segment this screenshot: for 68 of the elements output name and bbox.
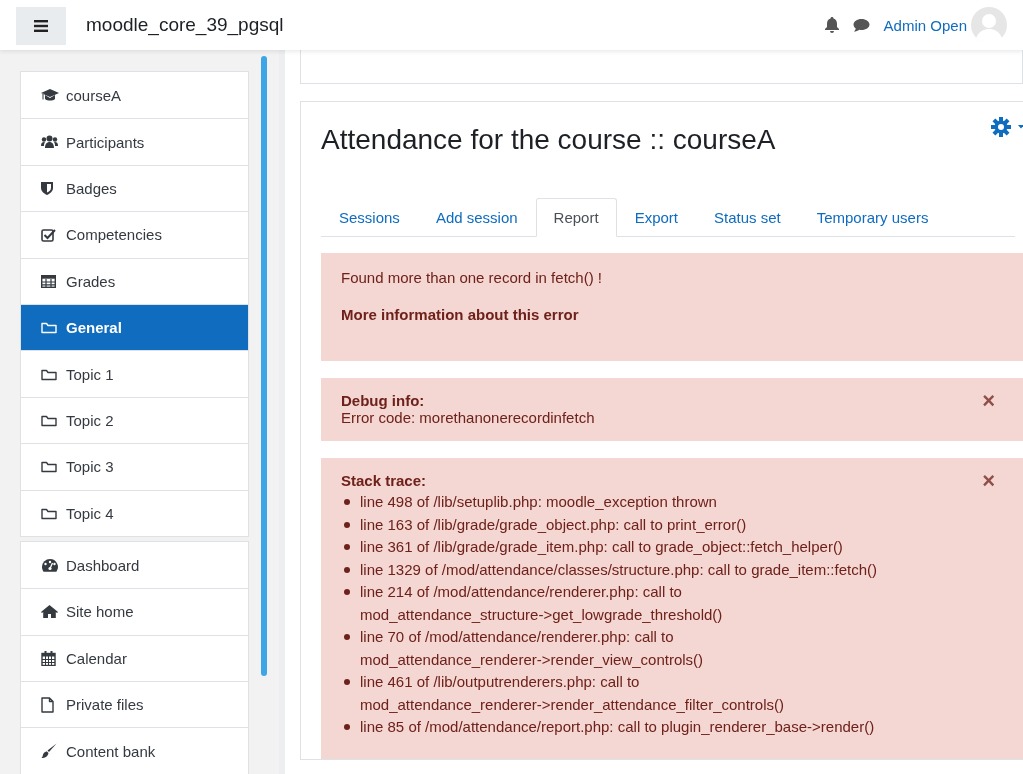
- nav-item[interactable]: Topic 3: [21, 443, 248, 490]
- nav-item[interactable]: General: [21, 303, 248, 351]
- debug-title: Debug info:: [341, 392, 425, 409]
- menu-button[interactable]: [16, 7, 66, 45]
- debug-text: Error code: morethanonerecordinfetch: [341, 409, 596, 426]
- nav-item[interactable]: Participants: [21, 118, 248, 165]
- stack-trace-title: Stack trace:: [341, 472, 427, 489]
- tab[interactable]: Export: [616, 198, 696, 237]
- page-title: Attendance for the course :: courseA: [321, 124, 776, 156]
- site-name[interactable]: moodle_core_39_pgsql: [86, 14, 284, 36]
- folder-icon: [41, 413, 57, 427]
- close-button[interactable]: ×: [982, 390, 995, 412]
- home-icon: [41, 605, 58, 619]
- bell-icon[interactable]: [824, 17, 839, 33]
- shield-icon: [41, 181, 53, 196]
- table-icon: [41, 274, 56, 288]
- folder-icon: [41, 506, 57, 520]
- tab[interactable]: Add session: [417, 198, 536, 237]
- gauge-icon: [41, 558, 59, 573]
- tab[interactable]: Report: [535, 198, 617, 237]
- error-message: Found more than one record in fetch() !: [341, 269, 603, 286]
- folder-icon: [41, 460, 57, 474]
- nav-item[interactable]: Dashboard: [21, 541, 248, 589]
- close-button[interactable]: ×: [982, 470, 995, 492]
- bullet-icon: [344, 679, 350, 685]
- bullet-icon: [344, 499, 350, 505]
- nav-item[interactable]: courseA: [21, 72, 248, 119]
- file-icon: [41, 696, 54, 713]
- scrollbar-thumb[interactable]: [261, 56, 267, 676]
- nav-item[interactable]: Grades: [21, 257, 248, 304]
- bullet-icon: [344, 521, 350, 528]
- calendar-icon: [41, 650, 56, 666]
- nav-item[interactable]: Topic 2: [21, 396, 248, 444]
- tab[interactable]: Temporary users: [798, 198, 947, 237]
- brush-icon: [41, 743, 57, 760]
- chat-bubble-icon[interactable]: [852, 18, 870, 32]
- stack-trace-line: line 85 of /mod/attendance/report.php: call to plugin_renderer_base->render(): [360, 717, 875, 737]
- nav-item[interactable]: Competencies: [21, 211, 248, 258]
- stack-trace-line: line 70 of /mod/attendance/renderer.php: call to mod_attendance_renderer->render_view_controls(): [360, 627, 705, 670]
- settings-menu-button[interactable]: [991, 117, 1023, 140]
- nav-item[interactable]: Topic 1: [21, 350, 248, 397]
- bullet-icon: [344, 724, 350, 730]
- stack-trace-line: line 163 of /lib/grade/grade_object.php: call to print_error(): [360, 514, 747, 535]
- nav-item[interactable]: Private files: [21, 681, 248, 728]
- stack-trace-line: line 1329 of /mod/attendance/classes/structure.php: call to grade_item::fetch(): [360, 559, 877, 580]
- checkbox-icon: [41, 227, 56, 242]
- tab[interactable]: Sessions: [321, 198, 418, 237]
- nav-item[interactable]: Calendar: [21, 634, 248, 682]
- stack-trace-line: line 498 of /lib/setuplib.php: moodle_exception thrown: [360, 492, 717, 512]
- bullet-icon: [344, 589, 350, 595]
- nav-item[interactable]: Content bank: [21, 727, 248, 774]
- nav-item[interactable]: Topic 4: [21, 489, 248, 536]
- user-name[interactable]: Admin Open: [883, 16, 967, 34]
- bullet-icon: [344, 544, 350, 550]
- bullet-icon: [344, 634, 350, 640]
- graduation-cap-icon: [41, 88, 59, 103]
- error-more-info: More information about this error: [341, 306, 580, 323]
- folder-icon: [41, 321, 57, 335]
- nav-item[interactable]: Site home: [21, 588, 248, 635]
- tab[interactable]: Status set: [696, 198, 799, 237]
- users-icon: [41, 135, 58, 150]
- menu-icon: [34, 20, 48, 32]
- stack-trace-line: line 214 of /mod/attendance/renderer.php: call to mod_attendance_structure->get_lowgrade_threshold(): [360, 582, 724, 625]
- folder-icon: [41, 367, 57, 381]
- bullet-icon: [344, 566, 350, 573]
- stack-trace-line: line 361 of /lib/grade/grade_item.php: call to grade_object::fetch_helper(): [360, 537, 843, 557]
- stack-trace-line: line 461 of /lib/outputrenderers.php: call to mod_attendance_renderer->render_attendance_filter_controls(): [360, 672, 785, 715]
- nav-item[interactable]: Badges: [21, 164, 248, 212]
